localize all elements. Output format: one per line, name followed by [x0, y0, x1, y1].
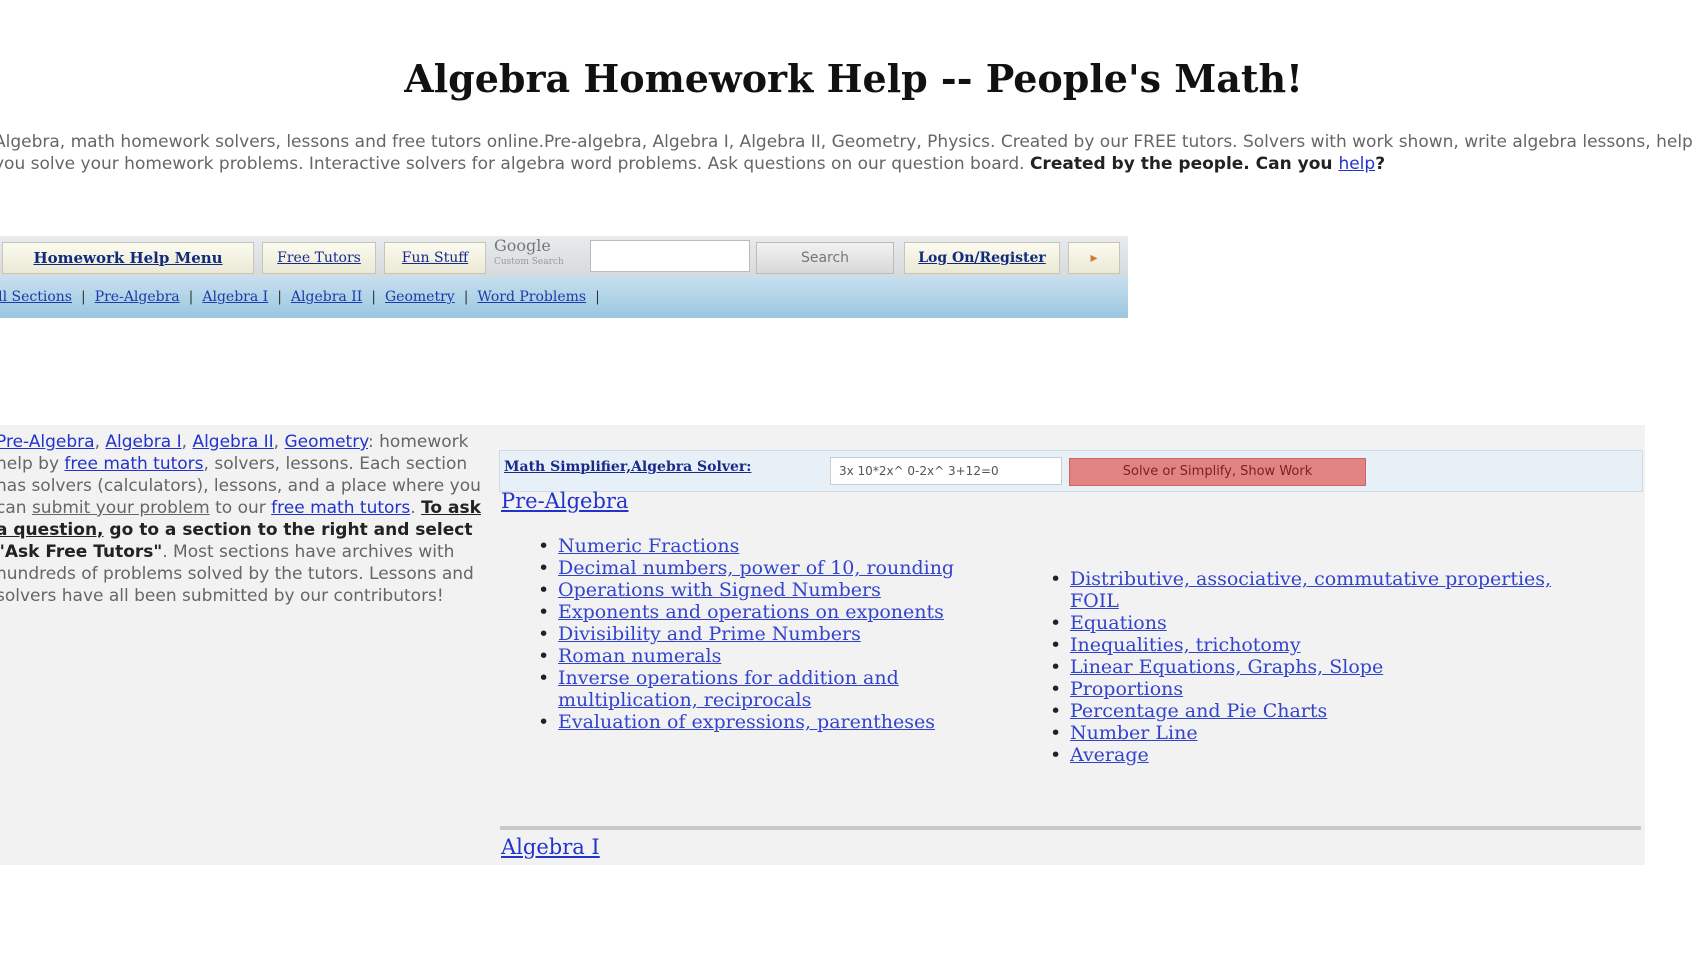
- sublink-all-sections[interactable]: All Sections: [0, 289, 72, 305]
- intro-bold: Created by the people. Can you: [1029, 154, 1339, 174]
- list-item[interactable]: Average: [1046, 744, 1566, 766]
- intro-text: Algebra, math homework solvers, lessons …: [0, 132, 1693, 174]
- top-navigation: Homework Help Menu Free Tutors Fun Stuff…: [0, 236, 1128, 318]
- link-algebra-2[interactable]: Algebra II: [192, 432, 273, 452]
- sublink-algebra-2[interactable]: Algebra II: [291, 289, 362, 305]
- sublink-word-problems[interactable]: Word Problems: [477, 289, 586, 305]
- list-item-link[interactable]: Distributive, associative, commutative p…: [1070, 568, 1551, 612]
- separator: |: [80, 289, 86, 305]
- tab-homework-help-menu[interactable]: Homework Help Menu: [2, 242, 254, 274]
- intro-end: ?: [1375, 154, 1386, 174]
- solver-input[interactable]: 3x 10*2x^ 0-2x^ 3+12=0: [830, 457, 1062, 485]
- list-item-link[interactable]: Percentage and Pie Charts: [1070, 700, 1327, 722]
- link-submit-problem[interactable]: submit your problem: [32, 498, 210, 518]
- left-description: Pre-Algebra, Algebra I, Algebra II, Geom…: [0, 431, 488, 607]
- left-text: to our: [209, 498, 272, 518]
- page-title: Algebra Homework Help -- People's Math!: [404, 56, 1303, 101]
- separator: |: [371, 289, 376, 305]
- intro-paragraph: Algebra, math homework solvers, lessons …: [0, 131, 1694, 175]
- solver-bar: Math Simplifier,Algebra Solver: 3x 10*2x…: [499, 450, 1643, 492]
- section-divider: [500, 826, 1641, 830]
- list-item[interactable]: Evaluation of expressions, parentheses: [534, 711, 994, 733]
- section-links: All Sections | Pre-Algebra | Algebra I | Algeb…: [0, 276, 1128, 318]
- sublink-pre-algebra[interactable]: Pre-Algebra: [95, 289, 180, 305]
- login-register-button[interactable]: Log On/Register: [904, 242, 1060, 274]
- link-free-math-tutors[interactable]: free math tutors: [64, 454, 203, 474]
- list-item[interactable]: Proportions: [1046, 678, 1566, 700]
- pre-algebra-list-right: Distributive, associative, commutative p…: [1046, 568, 1566, 766]
- list-item[interactable]: Inequalities, trichotomy: [1046, 634, 1566, 656]
- tab-free-tutors[interactable]: Free Tutors: [262, 242, 376, 274]
- solver-label[interactable]: Math Simplifier,Algebra Solver:: [504, 459, 751, 475]
- list-item-link[interactable]: Operations with Signed Numbers: [558, 579, 881, 601]
- google-logo-subtext: Custom Search: [494, 257, 564, 267]
- separator: |: [595, 289, 600, 305]
- list-item-link[interactable]: Inverse operations for addition and mult…: [558, 667, 899, 711]
- section-title-algebra-1[interactable]: Algebra I: [501, 835, 600, 859]
- separator: |: [188, 289, 194, 305]
- sublink-algebra-1[interactable]: Algebra I: [202, 289, 268, 305]
- list-item-link[interactable]: Evaluation of expressions, parentheses: [558, 711, 935, 733]
- separator: |: [277, 289, 282, 305]
- list-item[interactable]: Decimal numbers, power of 10, rounding: [534, 557, 994, 579]
- list-item-link[interactable]: Equations: [1070, 612, 1167, 634]
- list-item[interactable]: Exponents and operations on exponents: [534, 601, 994, 623]
- google-logo-text: Google: [494, 236, 551, 255]
- link-geometry[interactable]: Geometry: [284, 432, 368, 452]
- more-arrow-icon[interactable]: ▸: [1068, 242, 1120, 274]
- list-item[interactable]: Numeric Fractions: [534, 535, 994, 557]
- left-text: .: [410, 498, 422, 518]
- list-item-link[interactable]: Average: [1070, 744, 1149, 766]
- list-item[interactable]: Equations: [1046, 612, 1566, 634]
- list-item-link[interactable]: Inequalities, trichotomy: [1070, 634, 1301, 656]
- link-algebra-1[interactable]: Algebra I: [105, 432, 181, 452]
- list-item-link[interactable]: Divisibility and Prime Numbers: [558, 623, 861, 645]
- list-item[interactable]: Number Line: [1046, 722, 1566, 744]
- link-pre-algebra[interactable]: Pre-Algebra: [0, 432, 95, 452]
- section-title-pre-algebra[interactable]: Pre-Algebra: [501, 489, 628, 513]
- link-free-math-tutors-2[interactable]: free math tutors: [271, 498, 410, 518]
- list-item-link[interactable]: Roman numerals: [558, 645, 721, 667]
- list-item-link[interactable]: Numeric Fractions: [558, 535, 739, 557]
- list-item-link[interactable]: Number Line: [1070, 722, 1198, 744]
- solve-button[interactable]: Solve or Simplify, Show Work: [1069, 458, 1366, 486]
- list-item[interactable]: Roman numerals: [534, 645, 994, 667]
- list-item[interactable]: Linear Equations, Graphs, Slope: [1046, 656, 1566, 678]
- search-input[interactable]: [590, 240, 750, 272]
- tab-row: Homework Help Menu Free Tutors Fun Stuff…: [0, 236, 1128, 276]
- list-item-link[interactable]: Linear Equations, Graphs, Slope: [1070, 656, 1383, 678]
- separator: |: [463, 289, 469, 305]
- list-item[interactable]: Inverse operations for addition and mult…: [534, 667, 994, 711]
- pre-algebra-list-left: Numeric Fractions Decimal numbers, power…: [534, 535, 994, 733]
- search-button[interactable]: Search: [756, 242, 894, 274]
- list-item[interactable]: Percentage and Pie Charts: [1046, 700, 1566, 722]
- list-item[interactable]: Operations with Signed Numbers: [534, 579, 994, 601]
- list-item-link[interactable]: Exponents and operations on exponents: [558, 601, 944, 623]
- main-content: Pre-Algebra, Algebra I, Algebra II, Geom…: [0, 425, 1645, 865]
- tab-fun-stuff[interactable]: Fun Stuff: [384, 242, 486, 274]
- list-item-link[interactable]: Decimal numbers, power of 10, rounding: [558, 557, 954, 579]
- list-item[interactable]: Distributive, associative, commutative p…: [1046, 568, 1566, 612]
- sublink-geometry[interactable]: Geometry: [385, 289, 455, 305]
- help-link[interactable]: help: [1338, 154, 1375, 174]
- list-item-link[interactable]: Proportions: [1070, 678, 1183, 700]
- list-item[interactable]: Divisibility and Prime Numbers: [534, 623, 994, 645]
- google-logo: Google Custom Search: [494, 238, 586, 272]
